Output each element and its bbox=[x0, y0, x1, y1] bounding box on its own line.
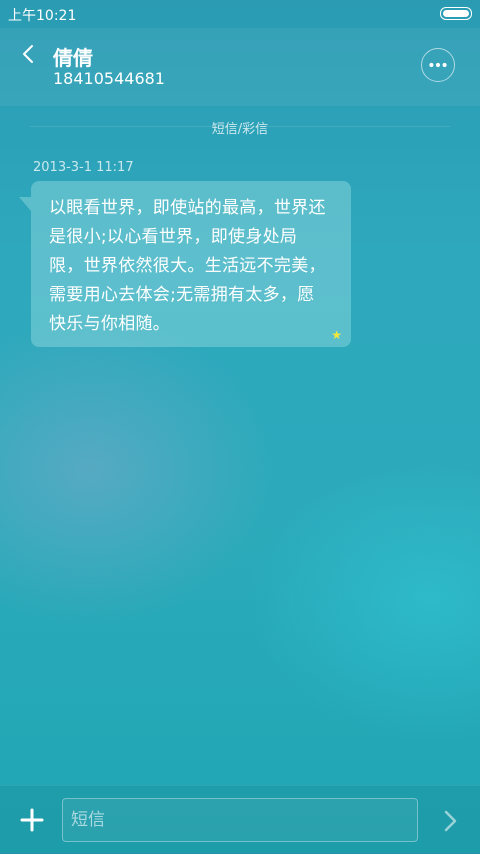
chevron-left-icon bbox=[23, 45, 33, 63]
battery-icon bbox=[440, 7, 472, 20]
plus-icon bbox=[20, 808, 44, 832]
message-bubble[interactable]: 以眼看世界，即使站的最高，世界还是很小;以心看世界，即使身处局限，世界依然很大。… bbox=[31, 181, 351, 347]
contact-number: 18410544681 bbox=[53, 69, 165, 88]
composer-bar bbox=[0, 785, 480, 854]
bubble-tail bbox=[19, 197, 31, 211]
status-time: 上午10:21 bbox=[8, 8, 77, 24]
more-options-button[interactable] bbox=[421, 48, 455, 82]
status-bar: 上午10:21 bbox=[0, 0, 480, 28]
conversation-header: 倩倩 18410544681 bbox=[0, 28, 480, 106]
send-button[interactable] bbox=[437, 807, 463, 835]
more-icon bbox=[429, 62, 447, 68]
message-text: 以眼看世界，即使站的最高，世界还是很小;以心看世界，即使身处局限，世界依然很大。… bbox=[49, 198, 326, 334]
message-timestamp: 2013-3-1 11:17 bbox=[33, 160, 134, 175]
add-attachment-button[interactable] bbox=[18, 806, 46, 834]
chevron-right-icon bbox=[444, 810, 457, 832]
star-icon: ★ bbox=[331, 328, 342, 342]
contact-name: 倩倩 bbox=[53, 46, 93, 70]
back-button[interactable] bbox=[14, 38, 44, 70]
sms-input[interactable] bbox=[62, 798, 418, 842]
message-type-label: 短信/彩信 bbox=[211, 122, 269, 137]
